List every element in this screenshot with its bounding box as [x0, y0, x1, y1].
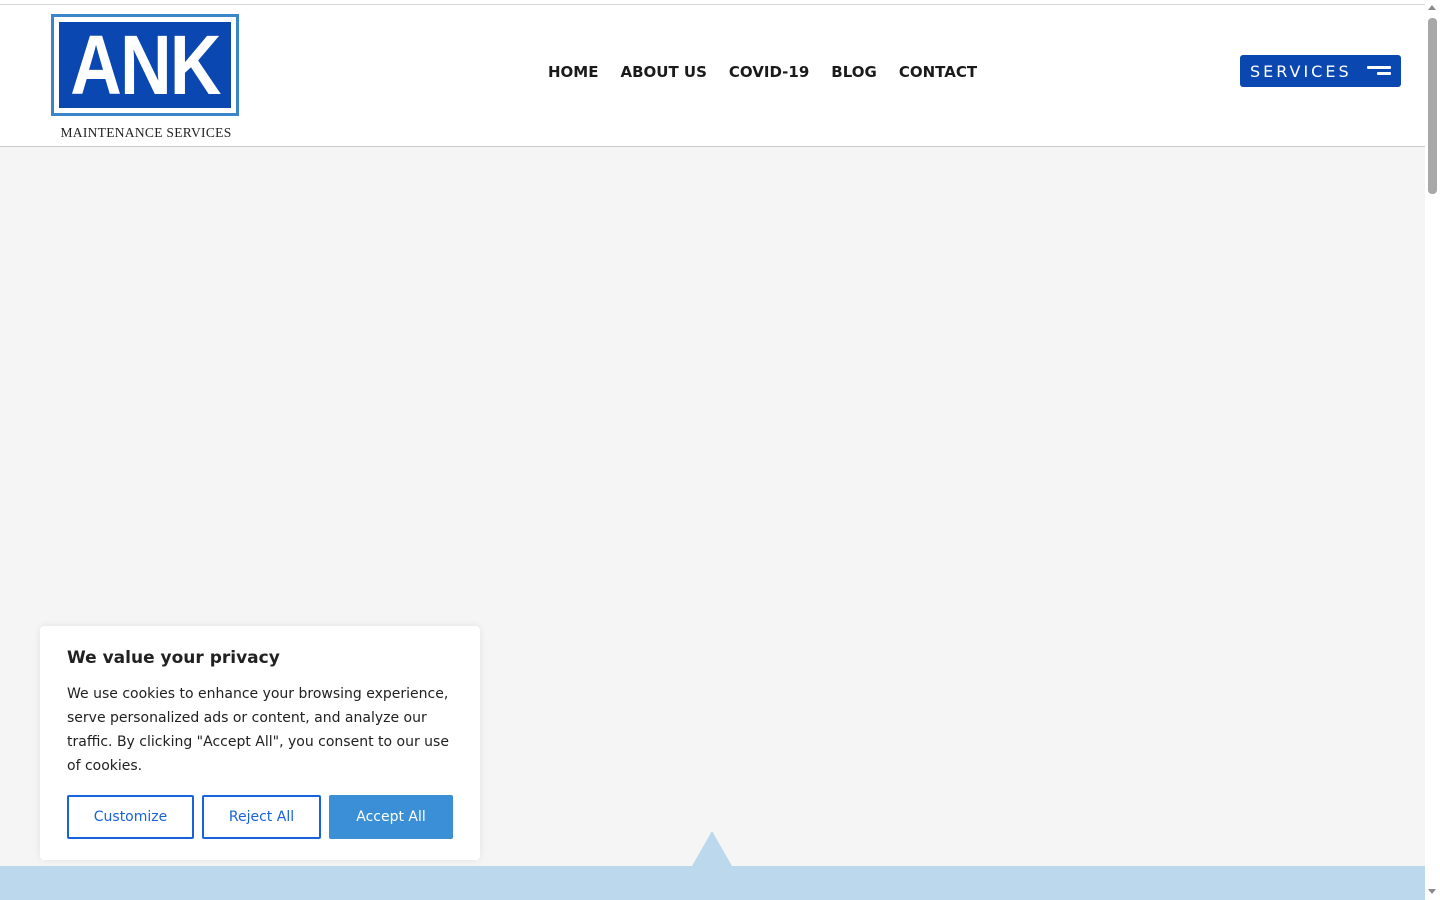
reject-all-button[interactable]: Reject All: [202, 795, 321, 839]
site-logo[interactable]: ANK MAINTENANCE SERVICES: [48, 13, 244, 141]
services-menu-button[interactable]: SERVICES: [1240, 55, 1401, 87]
nav-covid-19[interactable]: COVID-19: [729, 63, 809, 81]
hamburger-icon: [1367, 66, 1391, 77]
site-header: ANK MAINTENANCE SERVICES HOME ABOUT US C…: [0, 5, 1425, 147]
logo-frame: ANK: [51, 14, 239, 116]
cookie-consent-banner: We value your privacy We use cookies to …: [40, 626, 480, 860]
logo-fill: ANK: [59, 22, 231, 108]
accept-all-button[interactable]: Accept All: [329, 795, 453, 839]
cookie-title: We value your privacy: [67, 648, 280, 668]
band-pointer: [692, 831, 732, 866]
vertical-scrollbar[interactable]: [1425, 0, 1440, 900]
scrollbar-thumb[interactable]: [1428, 18, 1437, 194]
scroll-down-arrow-icon[interactable]: [1428, 889, 1436, 894]
cookie-description: We use cookies to enhance your browsing …: [67, 686, 449, 774]
scroll-up-arrow-icon[interactable]: [1428, 5, 1436, 10]
services-label: SERVICES: [1250, 61, 1352, 81]
customize-button[interactable]: Customize: [67, 795, 194, 839]
nav-contact[interactable]: CONTACT: [899, 63, 977, 81]
logo-letters: ANK: [70, 18, 221, 112]
logo-tagline: MAINTENANCE SERVICES: [60, 125, 232, 140]
nav-home[interactable]: HOME: [548, 63, 598, 81]
cookie-actions: Customize Reject All Accept All: [67, 795, 453, 839]
nav-blog[interactable]: BLOG: [831, 63, 877, 81]
bottom-band: [0, 866, 1425, 900]
nav-about-us[interactable]: ABOUT US: [620, 63, 706, 81]
main-nav: HOME ABOUT US COVID-19 BLOG CONTACT: [548, 63, 999, 81]
